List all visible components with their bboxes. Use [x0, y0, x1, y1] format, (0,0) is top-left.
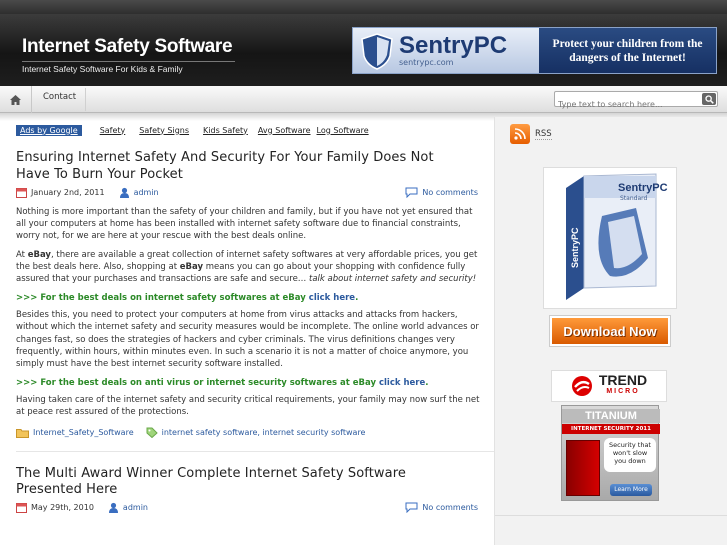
ebay-deal-line: >>> For the best deals on internet safet… [16, 293, 359, 304]
post: The Multi Award Winner Complete Internet… [16, 466, 494, 516]
post-paragraph: Nothing is more important than the safet… [16, 207, 473, 242]
post-author[interactable]: admin [134, 188, 159, 197]
site-tagline: Internet Safety Software For Kids & Fami… [22, 61, 235, 74]
post-title-line1: Ensuring Internet Safety And Security Fo… [16, 150, 434, 165]
post-date: May 29th, 2010 [31, 503, 94, 513]
user-icon [119, 187, 129, 198]
main-content: Ads by Google Safety Safety Signs Kids S… [0, 122, 494, 516]
titanium-box-image [566, 440, 600, 496]
tag-icon [146, 427, 158, 439]
nav-bar: Contact [0, 86, 727, 113]
post-title-line2: Have To Burn Your Pocket [16, 166, 183, 182]
trend-micro-logo[interactable]: TREND MICRO [551, 370, 667, 402]
search-box [554, 91, 718, 112]
sidebar: RSS SentryPC Standard SentryPC Download … [494, 117, 727, 545]
post: Ensuring Internet Safety And Security Fo… [16, 150, 494, 452]
titanium-product-ad[interactable]: TITANIUM INTERNET SECURITY 2011 Security… [561, 405, 660, 501]
search-button[interactable] [702, 93, 716, 105]
ad-link-safety-signs[interactable]: Safety Signs [139, 126, 189, 135]
search-input[interactable] [555, 97, 695, 112]
post-title[interactable]: Ensuring Internet Safety And Security Fo… [16, 150, 494, 183]
ad-link-log-software[interactable]: Log Software [317, 126, 369, 135]
post-paragraph: Having taken care of the internet safety… [16, 395, 480, 418]
download-now-button[interactable]: Download Now [549, 315, 671, 347]
folder-icon [16, 428, 29, 438]
learn-more-button[interactable]: Learn More [610, 484, 652, 496]
post-title[interactable]: The Multi Award Winner Complete Internet… [16, 466, 494, 499]
post-tags-links[interactable]: internet safety software, internet secur… [162, 428, 366, 437]
comment-icon [405, 502, 418, 514]
site-title[interactable]: Internet Safety Software [22, 36, 233, 58]
post-paragraph: At eBay, there are available a great col… [16, 249, 478, 285]
post-author[interactable]: admin [123, 503, 148, 512]
banner-brand-name: SentryPC [399, 32, 508, 59]
banner-slogan-line1: Protect your children from the [552, 37, 703, 50]
ads-by-google-label[interactable]: Ads by Google [16, 124, 82, 136]
post-category-link[interactable]: Internet_Safety_Software [33, 428, 134, 437]
calendar-icon [16, 187, 27, 198]
ads-row: Ads by Google Safety Safety Signs Kids S… [16, 122, 494, 138]
rss-icon [510, 124, 530, 144]
product-spine-text: SentryPC [570, 227, 580, 268]
sidebar-divider [495, 515, 727, 516]
nav-item-contact[interactable]: Contact [43, 92, 76, 102]
banner-slogan: Protect your children from the dangers o… [539, 28, 716, 73]
post-meta: January 2nd, 2011 admin No comments [16, 184, 494, 200]
comment-icon [405, 187, 418, 198]
trend-micro-ball-icon [571, 376, 592, 396]
titanium-title: TITANIUM [562, 409, 660, 423]
search-icon [704, 94, 714, 104]
post-taxonomy: Internet_Safety_Software internet safety… [16, 427, 494, 439]
ebay-click-here-link[interactable]: click here [309, 293, 355, 303]
titanium-bubble: Security that won't slow you down [604, 438, 656, 472]
user-icon [108, 503, 118, 514]
comments-label: No comments [422, 187, 478, 197]
post-meta: May 29th, 2010 admin No comments [16, 500, 494, 516]
ebay-deal-line: >>> For the best deals on anti virus or … [16, 378, 429, 389]
post-paragraph: Besides this, you need to protect your c… [16, 310, 479, 370]
comments-label: No comments [422, 503, 478, 513]
titanium-subtitle: INTERNET SECURITY 2011 [562, 424, 660, 434]
post-date: January 2nd, 2011 [31, 187, 105, 197]
ebay-click-here-link[interactable]: click here [379, 378, 425, 388]
ad-link-avg-software[interactable]: Avg Software [258, 126, 311, 135]
post-title-line1: The Multi Award Winner Complete Internet… [16, 465, 406, 481]
product-edition-text: Standard [620, 195, 647, 202]
shield-icon [361, 32, 393, 70]
calendar-icon [16, 503, 27, 514]
home-button[interactable] [0, 86, 32, 113]
sentrypc-banner-ad[interactable]: SentryPC sentrypc.com Protect your child… [352, 27, 717, 74]
post-comments-link[interactable]: No comments [405, 187, 478, 198]
banner-brand-area: SentryPC sentrypc.com [353, 28, 539, 73]
ad-link-kids-safety[interactable]: Kids Safety [203, 126, 248, 135]
post-comments-link[interactable]: No comments [405, 502, 478, 514]
ad-link-safety[interactable]: Safety [100, 126, 126, 135]
nav-divider [80, 88, 86, 111]
banner-brand-url: sentrypc.com [399, 58, 454, 67]
rss-link[interactable]: RSS [510, 124, 552, 144]
site-header: Internet Safety Software Internet Safety… [0, 14, 727, 86]
product-brand-text: SentryPC [618, 182, 668, 194]
banner-slogan-line2: dangers of the Internet! [569, 51, 686, 64]
post-title-line2: Presented Here [16, 482, 118, 498]
sentrypc-product-box-image[interactable]: SentryPC Standard SentryPC [543, 167, 677, 309]
top-strip [0, 0, 727, 14]
home-icon [10, 94, 21, 105]
rss-label: RSS [535, 128, 552, 140]
post-divider [16, 450, 494, 452]
